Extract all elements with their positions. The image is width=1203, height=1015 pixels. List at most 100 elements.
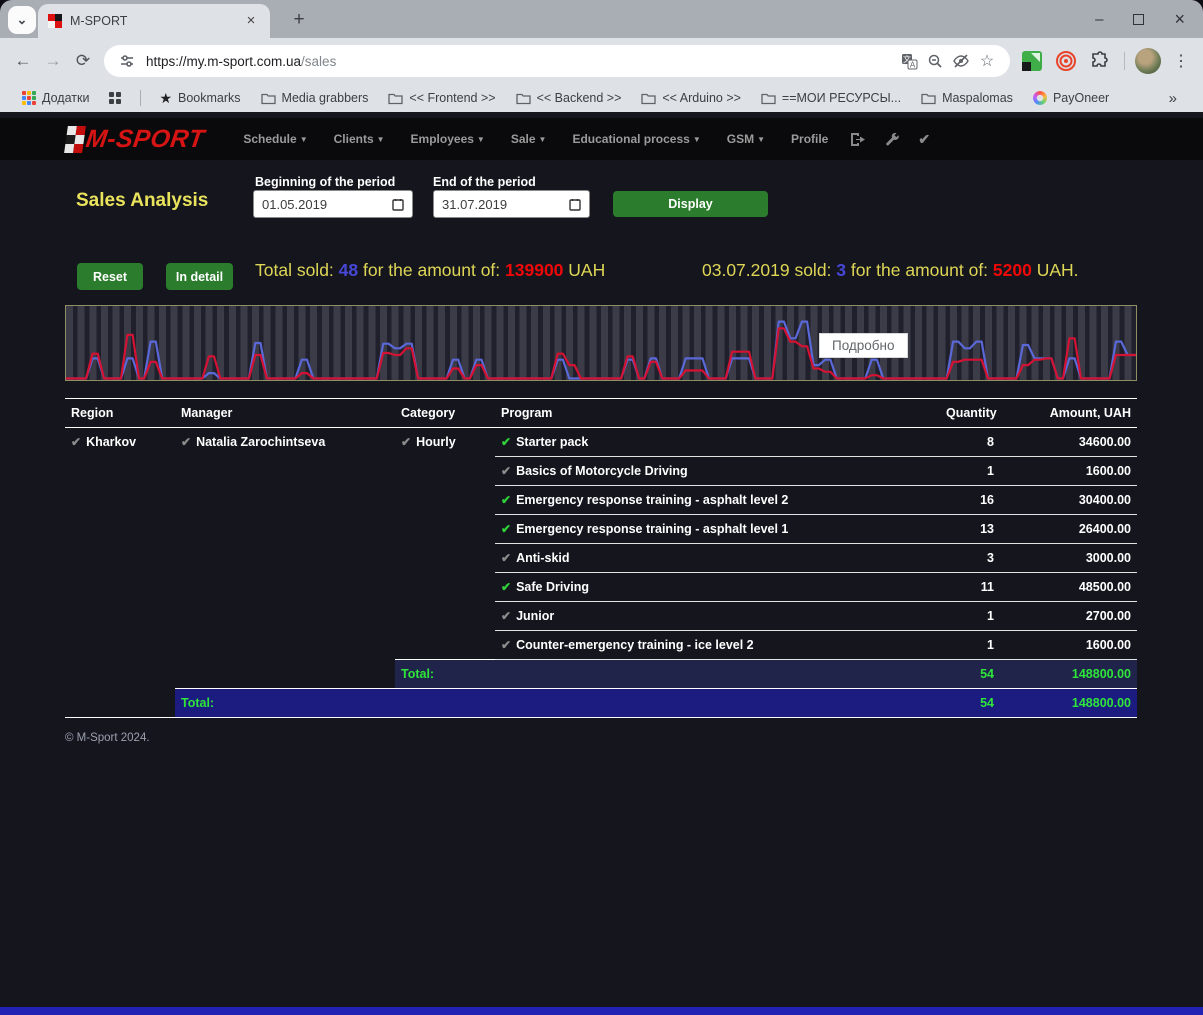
checkered-flag-icon [64,126,86,153]
minimize-button[interactable]: – [1095,11,1103,28]
nav-item-clients[interactable]: Clients▼ [321,132,398,146]
col-amount[interactable]: Amount, UAH [1000,399,1137,428]
bookmark-item[interactable]: << Backend >> [508,88,630,108]
zoom-out-icon[interactable] [922,48,948,74]
check-icon[interactable]: ✔ [918,131,930,148]
sales-table: Region Manager Category Program Quantity… [65,398,1137,718]
calendar-icon[interactable] [392,198,404,211]
display-button[interactable]: Display [613,191,768,217]
bookmark-item[interactable]: Media grabbers [253,88,377,108]
nav-item-gsm[interactable]: GSM▼ [714,132,778,146]
translate-icon[interactable]: 文A [896,48,922,74]
amount-line [66,328,1136,378]
tab-search-button[interactable]: ⌄ [8,6,36,34]
period-start-input[interactable]: 01.05.2019 [253,190,413,218]
eye-off-icon[interactable] [948,48,974,74]
category-cell: ✔ Hourly [395,428,495,660]
browser-tab[interactable]: M-SPORT × [38,4,270,38]
check-icon: ✔ [501,435,511,449]
nav-item-profile[interactable]: Profile [778,132,841,146]
detail-button[interactable]: In detail [166,263,233,290]
period-end-input[interactable]: 31.07.2019 [433,190,590,218]
bookmark-star-icon[interactable]: ☆ [974,48,1000,74]
extension-target-icon[interactable] [1052,47,1080,75]
program-cell[interactable]: ✔Safe Driving [495,573,940,602]
close-button[interactable]: × [1174,9,1185,30]
summary-total-middle: for the amount of: [358,260,505,280]
bookmark-item[interactable]: Maspalomas [913,88,1021,108]
region-value: Kharkov [86,435,136,449]
extensions-puzzle-icon[interactable] [1086,47,1114,75]
address-bar[interactable]: https://my.m-sport.com.ua/sales 文A ☆ [104,45,1010,77]
forward-icon[interactable]: → [38,46,68,76]
chart-tooltip: Подробно [819,333,908,358]
tune-icon[interactable] [114,48,140,74]
category-value: Hourly [416,435,456,449]
check-icon: ✔ [401,435,411,449]
qty-cell: 3 [940,544,1000,573]
col-region[interactable]: Region [65,399,175,428]
bookmark-item[interactable]: ==МОИ РЕСУРСЫ... [753,88,909,108]
sales-chart[interactable]: Подробно [65,305,1137,381]
tab-close-icon[interactable]: × [242,12,260,30]
bookmark-label: << Frontend >> [409,91,495,105]
col-category[interactable]: Category [395,399,495,428]
table-row: ✔Kharkov ✔Natalia Zarochintseva ✔Hourly … [65,428,1137,457]
wrench-icon[interactable] [884,131,900,147]
amount-cell: 48500.00 [1000,573,1137,602]
program-cell[interactable]: ✔Anti-skid [495,544,940,573]
bookmark-item[interactable]: Додатки [14,88,97,108]
logout-icon[interactable] [849,131,866,148]
bookmark-item[interactable]: PayOneer [1025,88,1117,108]
summary-total-label: Total sold: [255,260,339,280]
nav-item-sale[interactable]: Sale▼ [498,132,560,146]
url-origin: https://my.m-sport.com.ua [146,54,301,69]
reload-icon[interactable]: ⟳ [68,46,98,76]
bookmark-item[interactable]: ★Bookmarks [151,87,248,110]
program-cell[interactable]: ✔Emergency response training - asphalt l… [495,486,940,515]
col-quantity[interactable]: Quantity [940,399,1000,428]
summary-day-currency: UAH. [1032,260,1079,280]
qty-cell: 11 [940,573,1000,602]
bookmark-item[interactable]: << Arduino >> [633,88,749,108]
col-manager[interactable]: Manager [175,399,395,428]
maximize-button[interactable] [1133,14,1144,25]
program-cell[interactable]: ✔Counter-emergency training - ice level … [495,631,940,660]
check-icon: ✔ [501,551,511,565]
program-cell[interactable]: ✔Junior [495,602,940,631]
extension-green-icon[interactable] [1018,47,1046,75]
browser-window: ⌄ M-SPORT × + – × ← → ⟳ https://my.m-spo… [0,0,1203,1015]
grand-total-qty: 54 [940,689,1000,718]
profile-avatar[interactable] [1135,48,1161,74]
browser-toolbar: ← → ⟳ https://my.m-sport.com.ua/sales 文A… [0,38,1203,84]
back-icon[interactable]: ← [8,46,38,76]
new-tab-button[interactable]: + [286,8,312,34]
check-icon: ✔ [501,638,511,652]
program-cell[interactable]: ✔Emergency response training - asphalt l… [495,515,940,544]
bookmark-item[interactable]: » [1157,87,1189,110]
folder-icon [761,92,776,105]
star-icon: ★ [159,90,172,107]
nav-item-educational-process[interactable]: Educational process▼ [559,132,713,146]
program-cell[interactable]: ✔Starter pack [495,428,940,457]
reset-button[interactable]: Reset [77,263,143,290]
menu-kebab-icon[interactable]: ⋮ [1167,51,1195,71]
site-nav-icons: ✔ [849,131,930,148]
nav-item-employees[interactable]: Employees▼ [398,132,498,146]
calendar-icon[interactable] [569,198,581,211]
summary-day-label: 03.07.2019 sold: [702,260,836,280]
col-program[interactable]: Program [495,399,940,428]
chevron-down-icon: ▼ [300,135,308,144]
site-logo[interactable]: M-SPORT [64,125,206,154]
summary-day-amount: 5200 [993,260,1032,280]
nav-item-schedule[interactable]: Schedule▼ [230,132,320,146]
tab-strip: ⌄ M-SPORT × + – × [0,0,1203,38]
summary-total-amount: 139900 [505,260,563,280]
window-controls: – × [1095,0,1195,38]
program-name: Basics of Motorcycle Driving [516,464,688,478]
bookmark-item[interactable]: << Frontend >> [380,88,503,108]
url-text[interactable]: https://my.m-sport.com.ua/sales [146,54,896,69]
folder-icon [516,92,531,105]
program-cell[interactable]: ✔Basics of Motorcycle Driving [495,457,940,486]
bookmark-item[interactable] [101,89,130,108]
